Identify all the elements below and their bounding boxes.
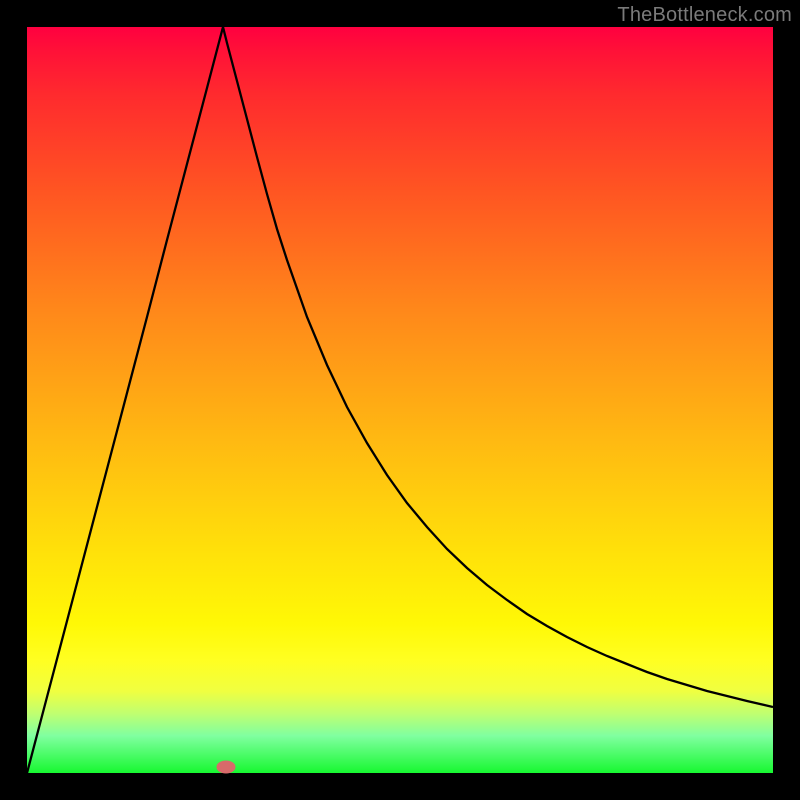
watermark-text: TheBottleneck.com [617,4,792,27]
min-marker [217,761,236,774]
chart-frame [27,27,773,773]
chart-background-gradient [27,27,773,773]
